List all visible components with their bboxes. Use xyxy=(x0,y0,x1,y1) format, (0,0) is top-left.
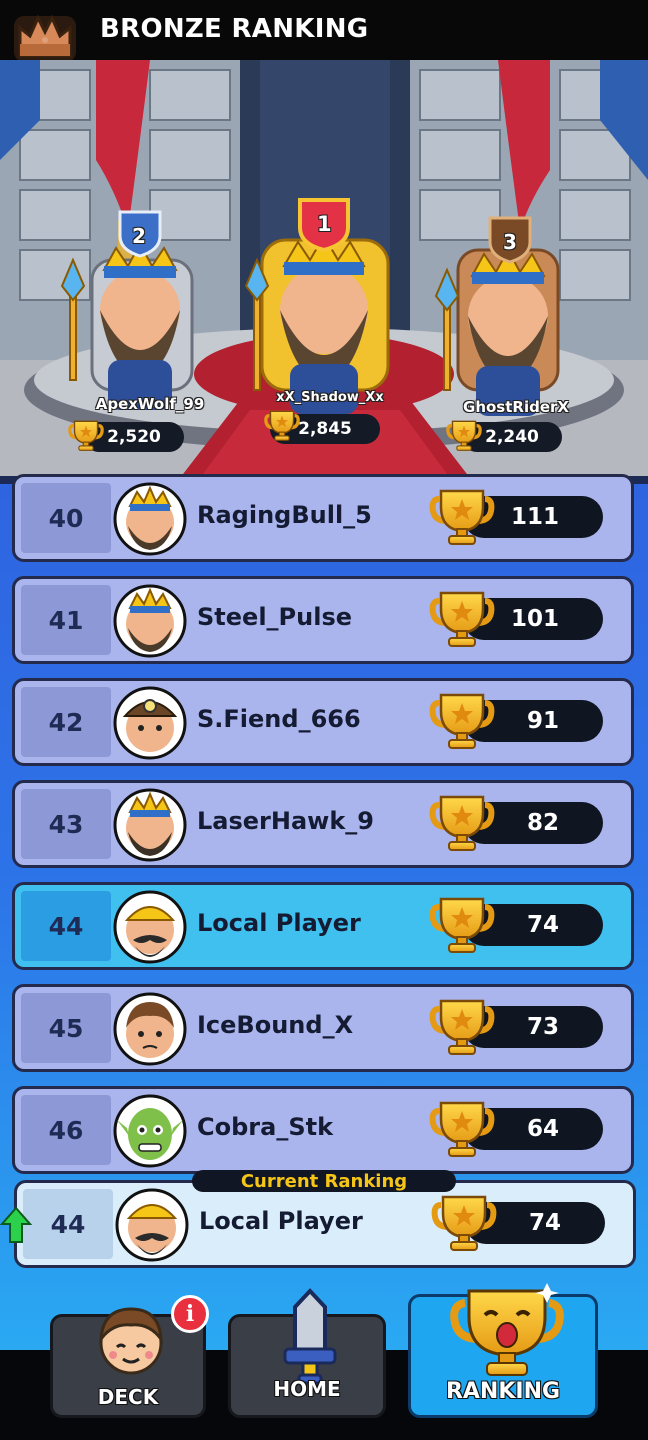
trophy-icon xyxy=(429,587,495,649)
trophy-icon xyxy=(264,409,300,442)
ranking-row[interactable]: 45 IceBound_X 73 xyxy=(12,984,634,1072)
player-name: Local Player xyxy=(199,1207,363,1235)
ranking-button[interactable]: RANKING xyxy=(408,1283,598,1418)
rank-number: 43 xyxy=(21,789,111,859)
avatar-crowned-king-icon xyxy=(113,584,187,658)
podium-name-3: GhostRiderX xyxy=(463,398,569,416)
trophy-icon xyxy=(431,1191,497,1253)
avatar-mustache-icon xyxy=(113,890,187,964)
avatar-brown-hair-icon xyxy=(113,992,187,1066)
deck-button[interactable]: i DECK xyxy=(50,1295,209,1418)
rank-number: 44 xyxy=(23,1189,113,1259)
ranking-row-local-player[interactable]: 44 Local Player 74 xyxy=(12,882,634,970)
sword-icon xyxy=(283,1288,337,1385)
ranking-row[interactable]: 46 Cobra_Stk 64 xyxy=(12,1086,634,1174)
ranking-row[interactable]: 42 S.Fiend_666 91 xyxy=(12,678,634,766)
podium-place-2: 2 xyxy=(132,224,146,248)
trophy-icon xyxy=(429,689,495,751)
crown-icon xyxy=(14,14,76,62)
trophy-icon xyxy=(446,419,482,452)
player-name: Steel_Pulse xyxy=(197,603,353,631)
rank-number: 44 xyxy=(21,891,111,961)
avatar-mustache-icon xyxy=(115,1188,189,1262)
avatar-crowned-king-icon xyxy=(113,482,187,556)
rank-up-arrow-icon xyxy=(0,1206,32,1243)
rank-number: 46 xyxy=(21,1095,111,1165)
ranking-row[interactable]: 43 LaserHawk_9 82 xyxy=(12,780,634,868)
podium-place-3: 3 xyxy=(503,230,517,254)
rank-number: 42 xyxy=(21,687,111,757)
deck-label: DECK xyxy=(97,1385,159,1409)
trophy-icon xyxy=(68,419,104,452)
ranking-row[interactable]: 41 Steel_Pulse 101 xyxy=(12,576,634,664)
trophy-icon xyxy=(429,485,495,547)
player-name: Cobra_Stk xyxy=(197,1113,334,1141)
ranking-row[interactable]: 40 RagingBull_5 111 xyxy=(12,474,634,562)
player-name: Local Player xyxy=(197,909,361,937)
deck-avatar-icon xyxy=(99,1307,163,1375)
home-button[interactable]: HOME xyxy=(228,1288,386,1418)
trophy-icon xyxy=(429,1097,495,1159)
podium-name-2: ApexWolf_99 xyxy=(95,395,205,413)
deck-notification-badge: i xyxy=(171,1295,209,1333)
avatar-goblin-icon xyxy=(113,1094,187,1168)
player-name: LaserHawk_9 xyxy=(197,807,374,835)
trophy-icon xyxy=(429,995,495,1057)
avatar-miner-icon xyxy=(113,686,187,760)
trophy-icon xyxy=(429,893,495,955)
player-name: IceBound_X xyxy=(197,1011,354,1039)
top-bar: BRONZE RANKING xyxy=(0,0,648,62)
player-name: RagingBull_5 xyxy=(197,501,372,529)
page-title: BRONZE RANKING xyxy=(100,14,369,44)
podium-scene: 2 1 3 ApexWolf_99 xX_Shadow_Xx GhostRide… xyxy=(0,60,648,478)
podium-name-1: xX_Shadow_Xx xyxy=(276,390,384,405)
current-ranking-label: Current Ranking xyxy=(192,1170,456,1192)
rank-number: 41 xyxy=(21,585,111,655)
rank-number: 40 xyxy=(21,483,111,553)
ranking-label: RANKING xyxy=(445,1379,561,1404)
trophy-icon xyxy=(429,791,495,853)
rank-number: 45 xyxy=(21,993,111,1063)
home-label: HOME xyxy=(273,1377,341,1401)
ranking-trophy-icon xyxy=(450,1283,564,1376)
current-ranking-row[interactable]: 44 Local Player 74 xyxy=(14,1180,636,1268)
avatar-crowned-king-icon xyxy=(113,788,187,862)
podium-place-1: 1 xyxy=(317,212,332,236)
player-name: S.Fiend_666 xyxy=(197,705,361,733)
